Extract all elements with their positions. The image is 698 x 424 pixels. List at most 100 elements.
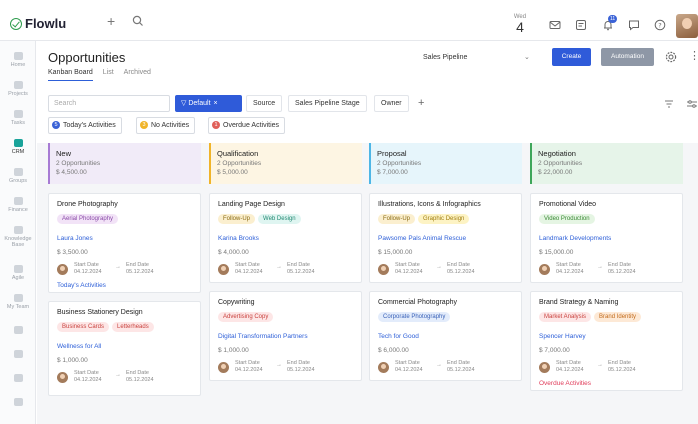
card-contact[interactable]: Digital Transformation Partners [218,333,308,340]
search-input[interactable]: Search [48,95,170,112]
card-contact[interactable]: Spencer Harvey [539,333,586,340]
start-date-value: 04.12.2024 [235,269,263,275]
card-contact[interactable]: Karina Brooks [218,235,259,242]
opportunity-card[interactable]: Drone Photography Aerial Photography Laura… [48,193,201,293]
logo[interactable]: Flowlu [10,16,66,31]
opportunity-card[interactable]: Brand Strategy & Naming Market Analysis Br… [530,291,683,391]
create-button[interactable]: Create [552,48,591,66]
card-title[interactable]: Promotional Video [539,201,596,208]
column-title: New [56,149,72,158]
end-date-label: End Date [608,360,631,366]
card-title[interactable]: Business Stationery Design [57,309,143,316]
card-contact[interactable]: Laura Jones [57,235,93,242]
todays-activities-filter[interactable]: 5 Today's Activities [48,117,122,134]
automation-button[interactable]: Automation [601,48,654,66]
card-activity-link[interactable]: Overdue Activities [539,380,591,387]
pipeline-select[interactable]: Sales Pipeline [423,54,467,61]
more-icon[interactable]: ⋮ [689,50,698,62]
sliders-icon[interactable] [686,98,698,110]
help-icon[interactable]: ? [654,19,666,31]
sidebar-item-my-team[interactable]: My Team [0,294,36,310]
search-icon[interactable] [132,15,144,27]
mail-icon[interactable] [549,19,561,31]
card-title[interactable]: Illustrations, Icons & Infographics [378,201,481,208]
card-title[interactable]: Copywriting [218,299,255,306]
start-date-value: 04.12.2024 [395,269,423,275]
opportunity-card[interactable]: Promotional Video Video Production Landmar… [530,193,683,283]
filter-owner[interactable]: Owner [374,95,409,112]
start-date-label: Start Date [235,262,260,268]
column-count: 2 Opportunities [377,160,422,167]
filter-source[interactable]: Source [246,95,283,112]
calendar-date[interactable]: Wed 4 [512,14,528,34]
sidebar-item-projects[interactable]: Projects [0,81,36,97]
owner-avatar[interactable] [378,264,389,275]
no-activities-filter[interactable]: 3 No Activities [136,117,196,134]
opportunity-card[interactable]: Illustrations, Icons & Infographics Follo… [369,193,522,283]
kanban-board: New 2 Opportunities $ 4,500.00 Qualifica… [37,143,698,424]
end-date: End Date 05.12.2024 [608,262,636,276]
card-title[interactable]: Landing Page Design [218,201,285,208]
card-title[interactable]: Commercial Photography [378,299,457,306]
card-title[interactable]: Brand Strategy & Naming [539,299,618,306]
column-header: Negotiation 2 Opportunities $ 22,000.00 [530,143,683,184]
sidebar-item-agile[interactable]: Agile [0,265,36,281]
agile-icon [13,265,23,273]
sidebar-item-tasks[interactable]: Tasks [0,110,36,126]
tab-list[interactable]: List [103,69,114,81]
sidebar-item-extra-3[interactable] [0,374,36,384]
user-avatar[interactable] [676,14,698,38]
filter-sales-pipeline-stage[interactable]: Sales Pipeline Stage [288,95,367,112]
notes-icon[interactable] [575,19,587,31]
sidebar-item-home[interactable]: Home [0,52,36,68]
start-date: Start Date 04.12.2024 [395,360,423,374]
opportunity-card[interactable]: Business Stationery Design Business Cards… [48,301,201,396]
owner-avatar[interactable] [378,362,389,373]
arrow-right-icon: → [597,264,603,270]
card-tags: Video Production [539,214,595,224]
default-filter-chip[interactable]: ▽ Default × [175,95,242,112]
sidebar-item-extra-2[interactable] [0,350,36,360]
column-count: 2 Opportunities [217,160,262,167]
add-filter-icon[interactable]: + [418,96,424,110]
start-date: Start Date 04.12.2024 [235,262,263,276]
owner-avatar[interactable] [218,362,229,373]
funnel-icon[interactable] [663,98,675,110]
add-icon[interactable]: + [107,14,115,28]
card-title[interactable]: Drone Photography [57,201,118,208]
card-contact[interactable]: Tech for Good [378,333,419,340]
gear-icon[interactable] [665,51,677,63]
end-date-label: End Date [447,262,470,268]
owner-avatar[interactable] [539,264,550,275]
close-icon[interactable]: × [214,100,218,107]
owner-avatar[interactable] [57,372,68,383]
owner-avatar[interactable] [57,264,68,275]
sidebar-item-label: My Team [6,304,30,310]
sidebar-item-extra-4[interactable] [0,398,36,408]
column-header: Proposal 2 Opportunities $ 7,000.00 [369,143,522,184]
opportunity-card[interactable]: Commercial Photography Corporate Photogra… [369,291,522,381]
opportunity-card[interactable]: Copywriting Advertising Copy Digital Trans… [209,291,362,381]
sidebar-item-groups[interactable]: Groups [0,168,36,184]
tab-kanban-board[interactable]: Kanban Board [48,69,93,81]
sidebar-item-finance[interactable]: Finance [0,197,36,213]
sidebar-item-knowledge-base[interactable]: Knowledge Base [0,226,36,248]
knowledge-base-icon [13,226,23,234]
card-contact[interactable]: Pawsome Pals Animal Rescue [378,235,466,242]
chat-icon[interactable] [628,19,640,31]
tag-chip: Brand Identity [594,312,642,322]
chevron-down-icon[interactable]: ⌄ [524,53,530,61]
opportunity-card[interactable]: Landing Page Design Follow-Up Web Design Ka… [209,193,362,283]
owner-avatar[interactable] [539,362,550,373]
card-contact[interactable]: Landmark Developments [539,235,611,242]
count-badge: 1 [212,121,220,130]
card-contact[interactable]: Wellness for All [57,343,101,350]
overdue-activities-filter[interactable]: 1 Overdue Activities [208,117,286,134]
sidebar-item-extra-1[interactable] [0,326,36,336]
tag-chip: Market Analysis [539,312,592,322]
card-activity-link[interactable]: Today's Activities [57,282,106,289]
sidebar-item-crm[interactable]: CRM [0,139,36,155]
owner-avatar[interactable] [218,264,229,275]
arrow-right-icon: → [115,372,121,378]
tab-archived[interactable]: Archived [124,69,151,81]
